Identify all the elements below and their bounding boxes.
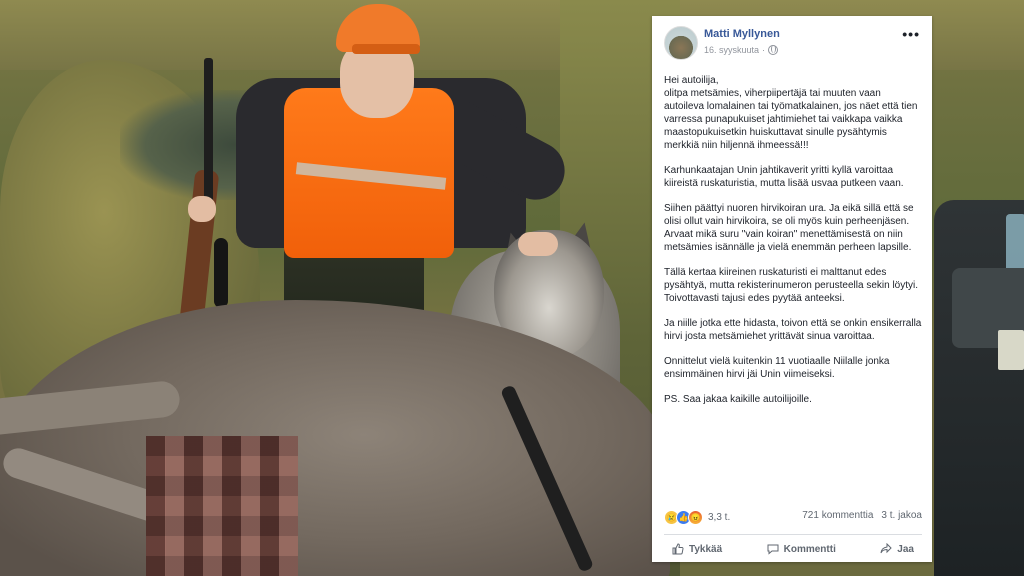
post-paragraph: Tällä kertaa kiireinen ruskaturisti ei m… [664,267,919,304]
more-options-icon[interactable]: ••• [902,26,920,42]
author-name[interactable]: Matti Myllynen [704,28,780,40]
post-paragraph: PS. Saa jakaa kaikille autoilijoille. [664,394,812,405]
post-paragraph: Hei autoilija, olitpa metsämies, viherpi… [664,75,918,151]
globe-icon [768,45,779,55]
angry-reaction-icon: 😠 [688,510,703,525]
share-count[interactable]: 3 t. jakoa [881,510,922,521]
post-meta: 16. syyskuuta · [704,45,779,55]
like-label: Tykkää [689,543,723,555]
post-paragraph: Ja niille jotka ette hidasta, toivon ett… [664,318,922,342]
reactions-summary[interactable]: 😢 👍 😠 3,3 t. [664,510,730,525]
rifle-barrel [204,58,213,208]
post-header: Matti Myllynen 16. syyskuuta · ••• [664,26,920,70]
post-text: Hei autoilija, olitpa metsämies, viherpi… [664,74,922,418]
comment-icon [767,544,779,555]
comment-button[interactable]: Kommentti [759,538,844,560]
avatar[interactable] [664,26,698,60]
divider [664,534,922,535]
reaction-count: 3,3 t. [708,512,731,523]
comment-label: Kommentti [783,543,836,555]
post-date[interactable]: 16. syyskuuta [704,45,759,55]
pixelated-censor [146,436,298,576]
comment-count[interactable]: 721 kommenttia [802,510,873,521]
post-paragraph: Onnittelut vielä kuitenkin 11 vuotiaalle… [664,356,890,380]
like-button[interactable]: Tykkää [664,538,730,560]
cap-brim [352,44,420,54]
engagement-counts: 721 kommenttia 3 t. jakoa [802,510,922,521]
atv-sticker [998,330,1024,370]
post-stats: 😢 👍 😠 3,3 t. 721 kommenttia 3 t. jakoa [664,510,922,526]
rifle-scope [214,238,228,308]
post-paragraph: Karhunkaatajan Unin jahtikaverit yritti … [664,165,904,189]
post-actions: Tykkää Kommentti Jaa [664,538,922,560]
share-button[interactable]: Jaa [872,538,922,560]
boy-hand [188,196,216,222]
share-label: Jaa [897,543,914,555]
share-icon [880,543,893,554]
boy-hand [518,232,558,256]
thumbs-up-icon [672,543,684,555]
facebook-post: Matti Myllynen 16. syyskuuta · ••• Hei a… [652,16,932,562]
post-paragraph: Siihen päättyi nuoren hirvikoiran ura. J… [664,203,914,253]
